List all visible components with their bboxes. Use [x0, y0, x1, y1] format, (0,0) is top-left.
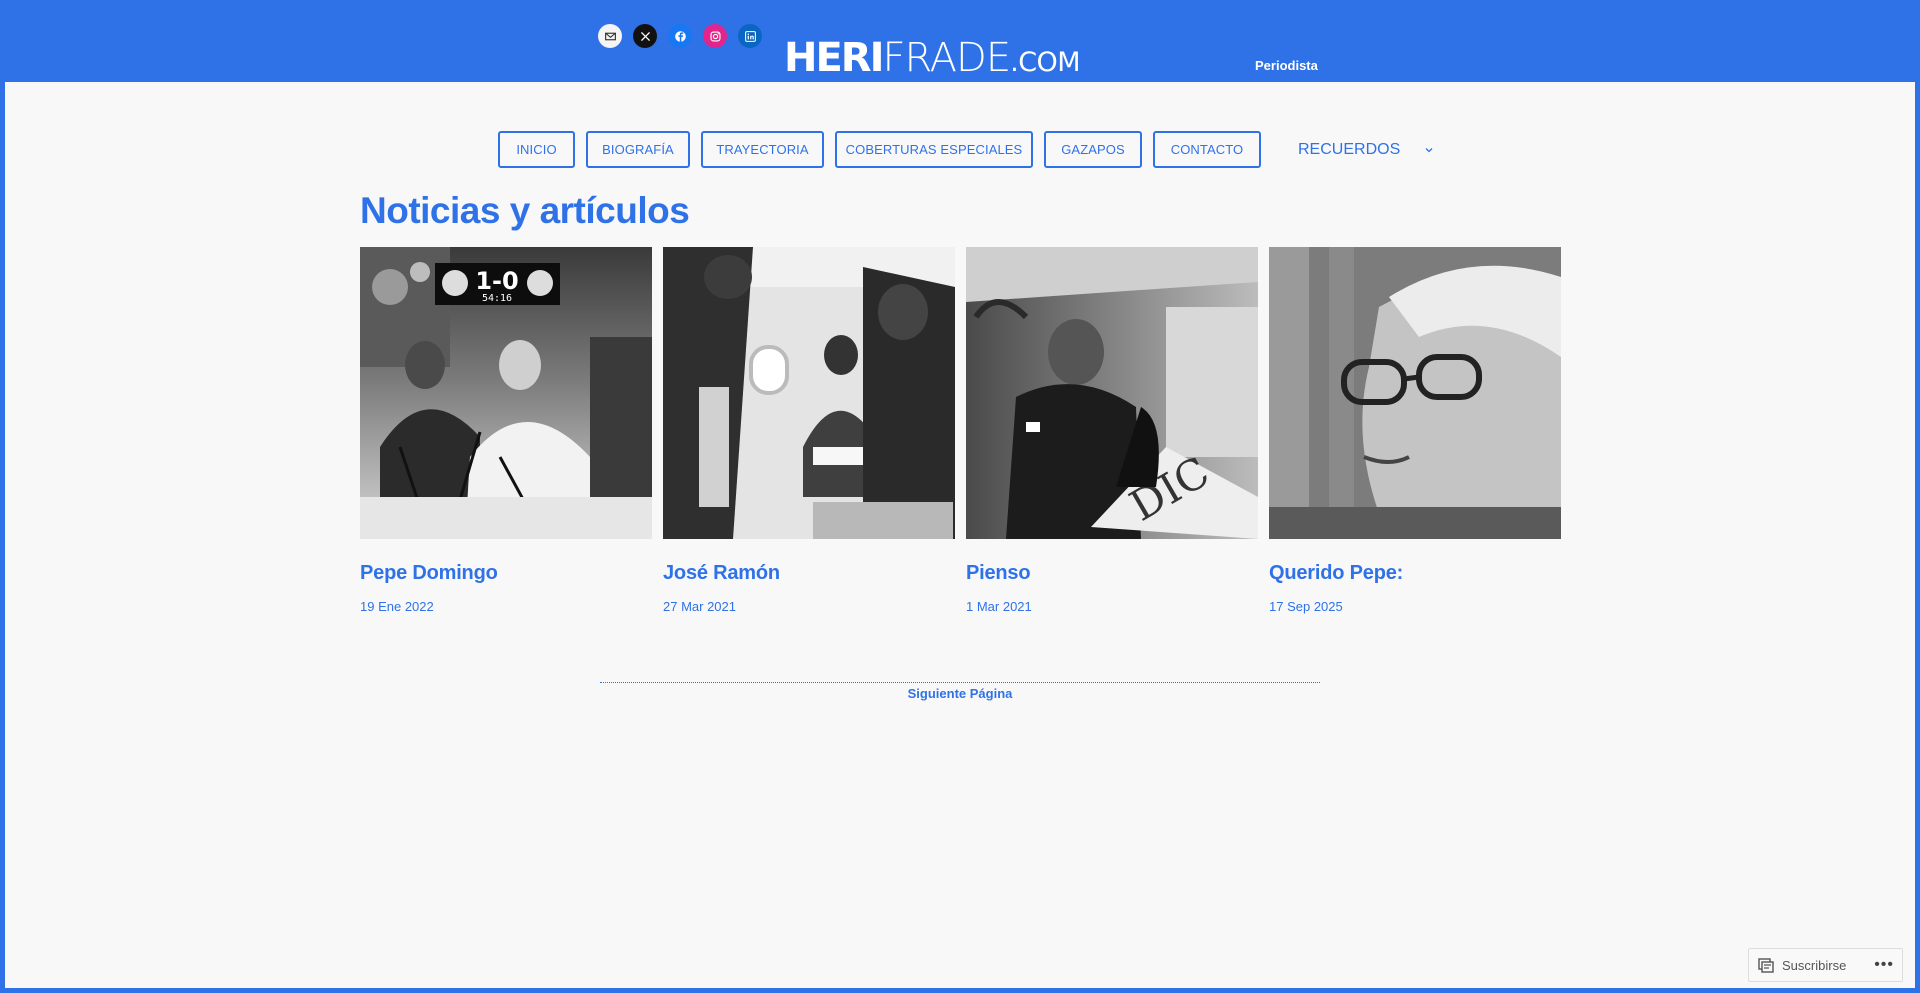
post-thumbnail[interactable]: DIC	[966, 247, 1258, 539]
post-date: 1 Mar 2021	[966, 599, 1032, 614]
post-card[interactable]: Querido Pepe: 17 Sep 2025	[1269, 247, 1561, 614]
page-title: Noticias y artículos	[360, 190, 690, 231]
nav-item-coberturas-especiales[interactable]: COBERTURAS ESPECIALES	[835, 131, 1033, 168]
linkedin-icon[interactable]	[738, 24, 762, 48]
nav-item-biografia[interactable]: BIOGRAFÍA	[586, 131, 690, 168]
facebook-icon[interactable]	[668, 24, 692, 48]
social-links	[598, 24, 762, 48]
logo-part-frade: FRADE	[882, 35, 1011, 81]
site-header: HERI FRADE .COM Periodista	[0, 0, 1920, 82]
post-grid: 1-0 54:16 Pepe Domingo 19 Ene 2022 José …	[360, 247, 1561, 614]
nav-dropdown-label: RECUERDOS	[1298, 140, 1401, 158]
chevron-down-icon	[1425, 147, 1433, 152]
logo-part-com: .COM	[1010, 47, 1081, 78]
subscribe-button[interactable]: Suscribirse	[1757, 956, 1846, 974]
more-options-icon[interactable]: •••	[1874, 956, 1894, 974]
instagram-icon[interactable]	[703, 24, 727, 48]
post-title[interactable]: Pepe Domingo	[360, 562, 652, 585]
post-card[interactable]: DIC Pienso 1 Mar 2021	[966, 247, 1258, 614]
post-card[interactable]: José Ramón 27 Mar 2021	[663, 247, 955, 614]
scoreboard-clock: 54:16	[482, 293, 512, 304]
x-icon[interactable]	[633, 24, 657, 48]
post-date: 27 Mar 2021	[663, 599, 736, 614]
radio-studio-photo: 1-0 54:16	[360, 247, 652, 539]
next-page-link[interactable]: Siguiente Página	[5, 686, 1915, 701]
post-title[interactable]: Querido Pepe:	[1269, 562, 1561, 585]
post-date: 19 Ene 2022	[360, 599, 434, 614]
post-thumbnail[interactable]	[1269, 247, 1561, 539]
portrait-photo	[1269, 247, 1561, 539]
subscribe-label: Suscribirse	[1782, 957, 1847, 973]
post-date: 17 Sep 2025	[1269, 599, 1343, 614]
main-content: INICIO BIOGRAFÍA TRAYECTORIA COBERTURAS …	[5, 82, 1915, 988]
main-navigation: INICIO BIOGRAFÍA TRAYECTORIA COBERTURAS …	[498, 131, 1433, 168]
site-tagline: Periodista	[1255, 58, 1318, 73]
nav-item-inicio[interactable]: INICIO	[498, 131, 575, 168]
post-thumbnail[interactable]	[663, 247, 955, 539]
airplane-cabin-photo	[663, 247, 955, 539]
post-title[interactable]: José Ramón	[663, 562, 955, 585]
pagination-divider	[600, 682, 1320, 683]
nav-item-trayectoria[interactable]: TRAYECTORIA	[701, 131, 824, 168]
scoreboard-score: 1-0	[475, 267, 518, 295]
nav-dropdown-recuerdos[interactable]: RECUERDOS	[1298, 141, 1433, 159]
nav-item-gazapos[interactable]: GAZAPOS	[1044, 131, 1142, 168]
post-card[interactable]: 1-0 54:16 Pepe Domingo 19 Ene 2022	[360, 247, 652, 614]
mail-icon[interactable]	[598, 24, 622, 48]
logo-part-heri: HERI	[784, 35, 884, 81]
subscribe-bar: Suscribirse •••	[1748, 948, 1903, 982]
journalist-working-photo: DIC	[966, 247, 1258, 539]
post-thumbnail[interactable]: 1-0 54:16	[360, 247, 652, 539]
site-logo[interactable]: HERI FRADE .COM	[784, 32, 1081, 81]
reader-icon	[1758, 958, 1774, 973]
nav-item-contacto[interactable]: CONTACTO	[1153, 131, 1261, 168]
post-title[interactable]: Pienso	[966, 562, 1258, 585]
